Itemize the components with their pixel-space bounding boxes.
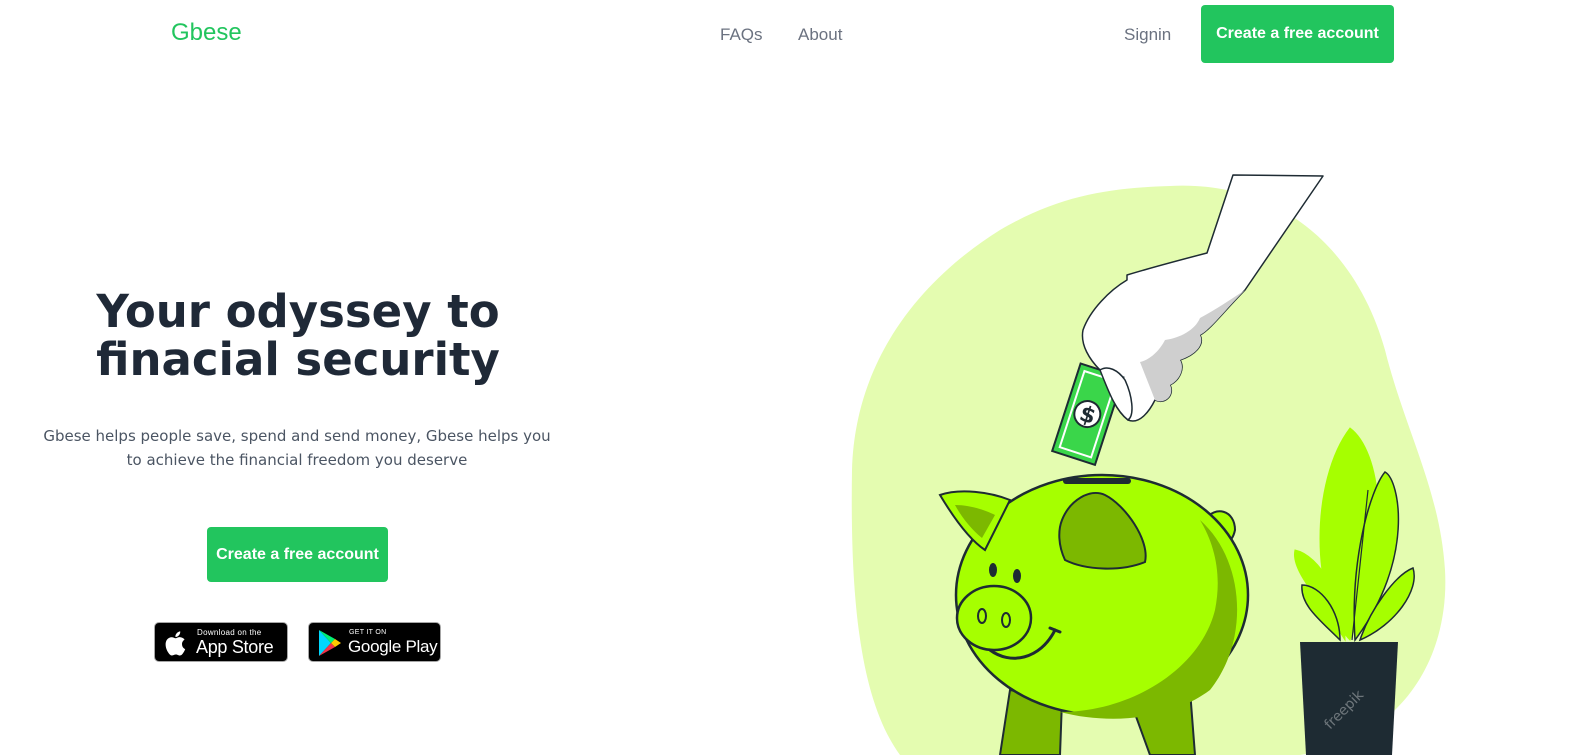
hero-title: Your odyssey to finacial security <box>96 285 500 386</box>
nav-link-faqs[interactable]: FAQs <box>720 25 763 45</box>
pig-snout <box>955 584 1033 652</box>
app-store-big-text: App Store <box>196 637 274 657</box>
google-play-badge[interactable]: GET IT ON Google Play <box>308 622 441 662</box>
header-create-account-button[interactable]: Create a free account <box>1201 5 1394 63</box>
brand-logo[interactable]: Gbese <box>171 19 242 47</box>
hero-create-account-button[interactable]: Create a free account <box>207 527 388 582</box>
piggy-bank-illustration: $ freepik <box>851 174 1446 755</box>
apple-icon <box>165 631 186 656</box>
app-store-small-text: Download on the <box>197 628 262 637</box>
signin-link[interactable]: Signin <box>1124 25 1171 45</box>
google-play-icon <box>319 630 341 656</box>
google-play-small-text: GET IT ON <box>349 629 387 636</box>
landing-page: Gbese FAQs About Signin Create a free ac… <box>0 0 1580 755</box>
google-play-big-text: Google Play <box>348 637 438 656</box>
hero-subtitle: Gbese helps people save, spend and send … <box>43 427 551 469</box>
nav-link-about[interactable]: About <box>798 25 842 45</box>
app-store-badge[interactable]: Download on the App Store <box>154 622 288 662</box>
